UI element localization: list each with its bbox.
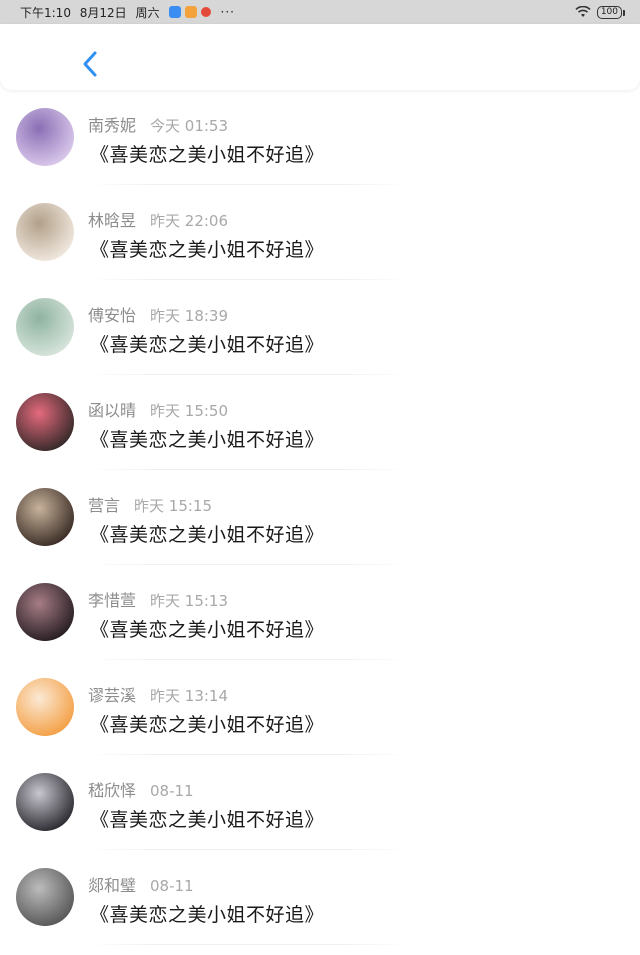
list-item[interactable]: 嵇欣怿 08-11 《喜美恋之美小姐不好追》 — [0, 765, 640, 860]
message-time: 昨天 15:13 — [150, 592, 229, 610]
sender-name-text: 谬芸溪 — [88, 686, 137, 705]
divider — [88, 279, 408, 280]
sender-name-text: 嵇欣怿 — [88, 781, 137, 800]
record-notification-icon — [200, 7, 211, 17]
status-time: 下午1:10 — [20, 5, 71, 20]
avatar[interactable] — [16, 298, 74, 356]
avatar[interactable] — [16, 203, 74, 261]
avatar[interactable] — [16, 488, 74, 546]
divider — [88, 184, 408, 185]
message-text: 《喜美恋之美小姐不好追》 — [90, 334, 325, 356]
list-item[interactable]: 林晗昱 昨天 22:06 《喜美恋之美小姐不好追》 — [0, 195, 640, 290]
message-time: 昨天 15:50 — [150, 402, 229, 420]
message-time: 08-11 — [150, 877, 194, 895]
message-time: 昨天 13:14 — [150, 687, 229, 705]
message-time: 昨天 15:15 — [134, 497, 213, 515]
message-text: 《喜美恋之美小姐不好追》 — [90, 714, 325, 736]
sender-name-text: 营言 — [88, 496, 121, 515]
message-time: 今天 01:53 — [150, 117, 229, 135]
divider — [88, 564, 408, 565]
list-item[interactable]: 李惜萱 昨天 15:13 《喜美恋之美小姐不好追》 — [0, 575, 640, 670]
message-text: 《喜美恋之美小姐不好追》 — [90, 619, 325, 641]
divider — [88, 944, 408, 945]
more-notifications-icon: ··· — [220, 5, 235, 19]
list-item[interactable]: 函以晴 昨天 15:50 《喜美恋之美小姐不好追》 — [0, 385, 640, 480]
sender-name-text: 函以晴 — [88, 401, 137, 420]
status-bar: 下午1:10 8月12日 周六 ··· 100 — [0, 0, 640, 24]
sender-name: 傅安怡 昨天 18:39 — [88, 302, 228, 326]
divider — [88, 849, 408, 850]
sender-name: 郯和璧 08-11 — [88, 872, 194, 896]
divider — [88, 754, 408, 755]
list-item[interactable]: 营言 昨天 15:15 《喜美恋之美小姐不好追》 — [0, 480, 640, 575]
status-date: 8月12日 — [79, 5, 127, 20]
list-item[interactable]: 谬芸溪 昨天 13:14 《喜美恋之美小姐不好追》 — [0, 670, 640, 765]
message-time: 昨天 22:06 — [150, 212, 229, 230]
avatar[interactable] — [16, 108, 74, 166]
message-time: 昨天 18:39 — [150, 307, 229, 325]
status-right: 100 — [575, 0, 626, 24]
message-text: 《喜美恋之美小姐不好追》 — [90, 239, 325, 261]
top-nav-bar — [0, 24, 640, 90]
chevron-left-icon — [83, 51, 97, 77]
avatar[interactable] — [16, 868, 74, 926]
gallery-notification-icon — [184, 6, 197, 18]
wifi-icon — [575, 6, 591, 17]
avatar[interactable] — [16, 583, 74, 641]
sender-name: 营言 昨天 15:15 — [88, 492, 212, 516]
message-text: 《喜美恋之美小姐不好追》 — [90, 904, 325, 926]
sender-name-text: 南秀妮 — [88, 116, 137, 135]
divider — [88, 374, 408, 375]
message-text: 《喜美恋之美小姐不好追》 — [90, 429, 325, 451]
sender-name: 李惜萱 昨天 15:13 — [88, 587, 228, 611]
message-text: 《喜美恋之美小姐不好追》 — [90, 809, 325, 831]
sender-name: 林晗昱 昨天 22:06 — [88, 207, 228, 231]
message-text: 《喜美恋之美小姐不好追》 — [90, 144, 325, 166]
sender-name-text: 傅安怡 — [88, 306, 137, 325]
message-list: 南秀妮 今天 01:53 《喜美恋之美小姐不好追》 林晗昱 昨天 22:06 《喜美恋之美… — [0, 100, 640, 955]
divider — [88, 659, 408, 660]
avatar[interactable] — [16, 393, 74, 451]
list-item[interactable]: 傅安怡 昨天 18:39 《喜美恋之美小姐不好追》 — [0, 290, 640, 385]
list-item[interactable]: 郯和璧 08-11 《喜美恋之美小姐不好追》 — [0, 860, 640, 955]
back-button[interactable] — [80, 50, 102, 78]
app-notification-icon — [168, 6, 181, 18]
status-weekday: 周六 — [135, 5, 160, 20]
divider — [88, 469, 408, 470]
sender-name-text: 李惜萱 — [88, 591, 137, 610]
status-text: 下午1:10 8月12日 周六 — [20, 4, 165, 21]
status-app-icons: ··· — [168, 5, 235, 19]
avatar[interactable] — [16, 678, 74, 736]
sender-name: 南秀妮 今天 01:53 — [88, 112, 228, 136]
sender-name: 函以晴 昨天 15:50 — [88, 397, 228, 421]
avatar[interactable] — [16, 773, 74, 831]
battery-icon: 100 — [596, 5, 626, 19]
sender-name-text: 林晗昱 — [88, 211, 137, 230]
sender-name: 嵇欣怿 08-11 — [88, 777, 194, 801]
list-item[interactable]: 南秀妮 今天 01:53 《喜美恋之美小姐不好追》 — [0, 100, 640, 195]
message-text: 《喜美恋之美小姐不好追》 — [90, 524, 325, 546]
sender-name-text: 郯和璧 — [88, 876, 137, 895]
message-time: 08-11 — [150, 782, 194, 800]
sender-name: 谬芸溪 昨天 13:14 — [88, 682, 228, 706]
